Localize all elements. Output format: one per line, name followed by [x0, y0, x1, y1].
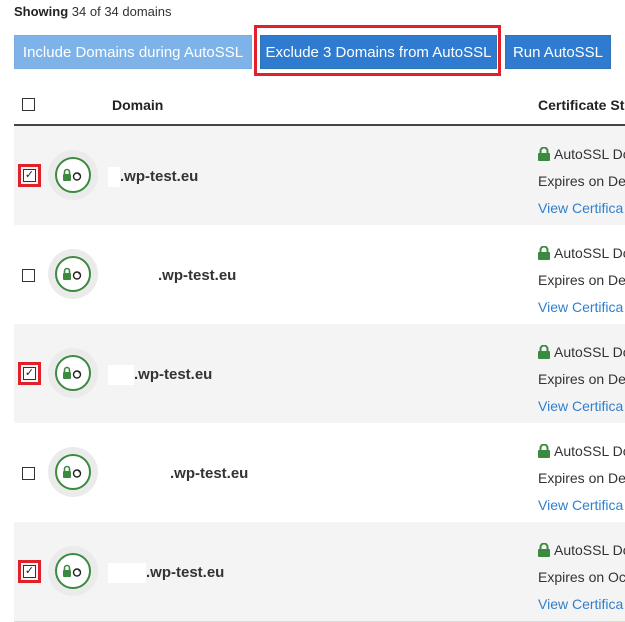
cert-status-text: AutoSSL Do — [554, 145, 625, 162]
lock-refresh-icon — [48, 348, 98, 398]
lock-refresh-icon — [48, 249, 98, 299]
expiry-text: Expires on De — [538, 469, 625, 486]
select-all-checkbox[interactable] — [22, 98, 35, 111]
certificate-status: AutoSSL Do Expires on De View Certifica — [538, 140, 625, 221]
exclude-domains-button[interactable]: Exclude 3 Domains from AutoSSL — [260, 35, 497, 69]
lock-icon — [538, 146, 550, 161]
lock-icon — [538, 245, 550, 260]
certificate-status: AutoSSL Do Expires on De View Certifica — [538, 437, 625, 518]
cert-status-text: AutoSSL Do — [554, 343, 625, 360]
lock-refresh-icon — [48, 150, 98, 200]
highlight-annotation: ✓ — [18, 362, 41, 385]
lock-icon — [538, 542, 550, 557]
table-row: ✓ .wp-test.eu AutoSSL Do Expires on De V… — [14, 324, 625, 424]
expiry-text: Expires on De — [538, 370, 625, 387]
table-header: Domain Certificate St — [14, 88, 625, 126]
run-autossl-button[interactable]: Run AutoSSL — [505, 35, 611, 69]
certificate-status: AutoSSL Do Expires on De View Certifica — [538, 239, 625, 320]
domain-name: .wp-test.eu — [158, 267, 237, 284]
cert-status-text: AutoSSL Do — [554, 442, 625, 459]
table-row: ✓ .wp-test.eu AutoSSL Do Expires on Oc V… — [14, 522, 625, 622]
row-checkbox[interactable]: ✓ — [23, 565, 36, 578]
highlight-annotation: ✓ — [18, 164, 41, 187]
domain-name: .wp-test.eu — [170, 465, 249, 482]
row-checkbox[interactable] — [22, 467, 35, 480]
domain-name: .wp-test.eu — [146, 564, 225, 581]
showing-label: Showing — [14, 4, 69, 19]
expiry-text: Expires on De — [538, 271, 625, 288]
view-certificate-link[interactable]: View Certifica — [538, 392, 625, 419]
certificate-status: AutoSSL Do Expires on De View Certifica — [538, 338, 625, 419]
table-row: .wp-test.eu AutoSSL Do Expires on De Vie… — [14, 423, 625, 523]
row-checkbox[interactable]: ✓ — [23, 169, 36, 182]
cert-status-text: AutoSSL Do — [554, 541, 625, 558]
showing-count: Showing 34 of 34 domains — [14, 4, 172, 19]
domain-name: .wp-test.eu — [134, 366, 213, 383]
table-row: .wp-test.eu AutoSSL Do Expires on De Vie… — [14, 225, 625, 325]
domain-name: .wp-test.eu — [120, 168, 199, 185]
column-header-certificate-status: Certificate St — [538, 97, 625, 113]
view-certificate-link[interactable]: View Certifica — [538, 194, 625, 221]
view-certificate-link[interactable]: View Certifica — [538, 590, 625, 617]
highlight-annotation: ✓ — [18, 560, 41, 583]
lock-icon — [538, 443, 550, 458]
expiry-text: Expires on De — [538, 172, 625, 189]
column-header-domain: Domain — [112, 97, 164, 113]
expiry-text: Expires on Oc — [538, 568, 625, 585]
row-checkbox[interactable] — [22, 269, 35, 282]
row-checkbox[interactable]: ✓ — [23, 367, 36, 380]
view-certificate-link[interactable]: View Certifica — [538, 293, 625, 320]
certificate-status: AutoSSL Do Expires on Oc View Certifica — [538, 536, 625, 617]
lock-refresh-icon — [48, 546, 98, 596]
cert-status-text: AutoSSL Do — [554, 244, 625, 261]
lock-refresh-icon — [48, 447, 98, 497]
table-row: ✓ .wp-test.eu AutoSSL Do Expires on De V… — [14, 126, 625, 226]
lock-icon — [538, 344, 550, 359]
showing-value: 34 of 34 domains — [71, 4, 172, 19]
view-certificate-link[interactable]: View Certifica — [538, 491, 625, 518]
include-domains-button[interactable]: Include Domains during AutoSSL — [14, 35, 252, 69]
